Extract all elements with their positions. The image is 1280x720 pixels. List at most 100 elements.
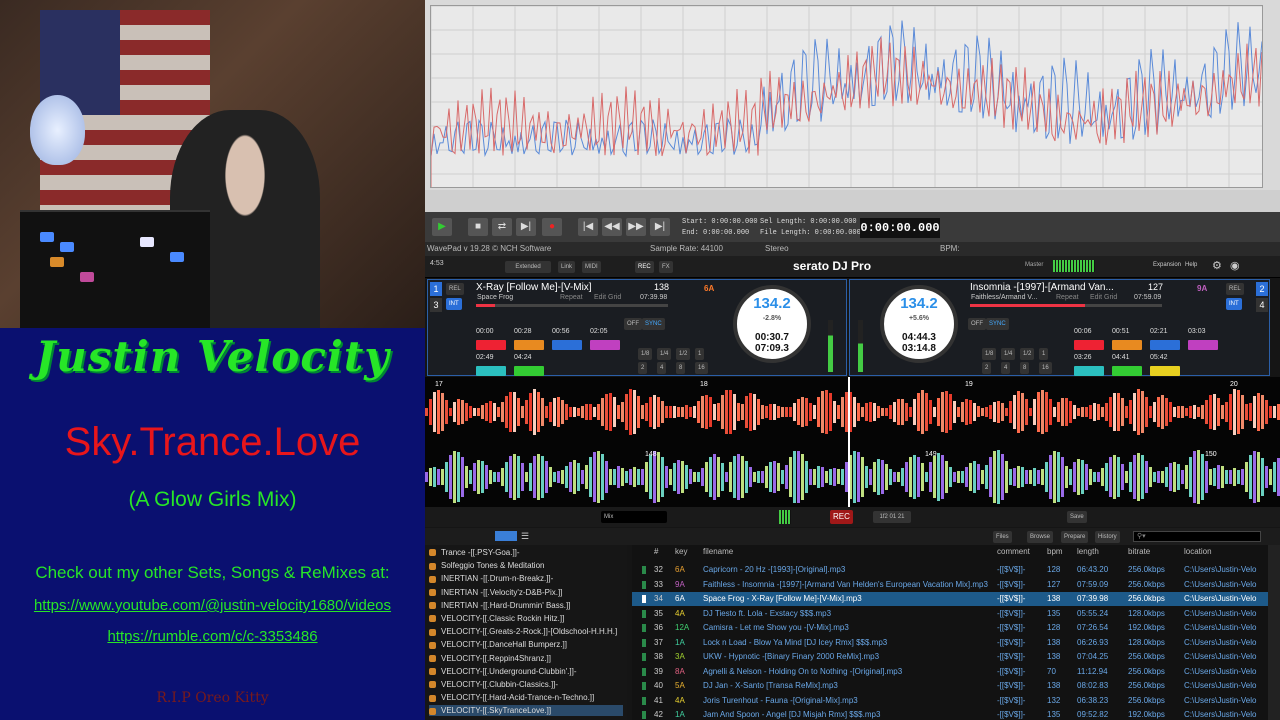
deck-2-number[interactable]: 2 xyxy=(1256,282,1268,296)
stop-button[interactable]: ■ xyxy=(468,218,488,236)
loop-button[interactable]: 4 xyxy=(657,362,667,374)
table-row[interactable]: 38 3A UKW - Hypnotic -[Binary Finary 2000 … xyxy=(632,650,1268,664)
loop-button[interactable]: 1/4 xyxy=(657,348,672,360)
deck-2-platter[interactable]: 134.2 +5.6% 04:44.3 03:14.8 xyxy=(880,285,958,363)
table-row[interactable]: 42 1A Jam And Spoon - Angel [DJ Misjah Rmx… xyxy=(632,708,1268,720)
album-art-toggle[interactable] xyxy=(495,531,517,541)
cue-pad[interactable]: 03:26 xyxy=(1074,346,1104,376)
column-header[interactable]: key xyxy=(675,547,699,556)
table-row[interactable]: 32 6A Capricorn - 20 Hz -[1993]-[Original]… xyxy=(632,563,1268,577)
midi-button[interactable]: MIDI xyxy=(582,261,601,273)
search-input[interactable]: ⚲▾ xyxy=(1133,531,1261,542)
link-button[interactable]: Link xyxy=(558,261,576,273)
play-button[interactable]: ▶ xyxy=(432,218,452,236)
loop-button[interactable]: 1/8 xyxy=(638,348,653,360)
library-tab[interactable]: Browse xyxy=(1027,531,1054,543)
expansion-menu[interactable]: Expansion xyxy=(1153,262,1181,268)
forward-button[interactable]: ▶▶ xyxy=(626,218,646,236)
table-row[interactable]: 37 1A Lock n Load - Blow Ya Mind [DJ Icey … xyxy=(632,636,1268,650)
table-row[interactable]: 34 6A Space Frog - X-Ray [Follow Me]-[V-Mi… xyxy=(632,592,1268,606)
crate-item[interactable]: INERTIAN -[[.Drum-n-Breakz.]]- xyxy=(429,573,623,584)
fx-panel-button[interactable]: FX xyxy=(659,261,673,273)
loop-button[interactable]: 1/2 xyxy=(676,348,691,360)
deck-1-sync[interactable]: SYNC xyxy=(642,318,665,330)
loop-button[interactable]: 1 xyxy=(695,348,705,360)
loop-button[interactable]: 1/8 xyxy=(982,348,997,360)
deck-2-repeat[interactable]: Repeat xyxy=(1056,294,1079,301)
column-header[interactable]: location xyxy=(1184,547,1268,556)
column-header[interactable]: bpm xyxy=(1047,547,1077,556)
library-tab[interactable]: Files xyxy=(993,531,1012,543)
deck-1-repeat[interactable]: Repeat xyxy=(560,294,583,301)
rec-button[interactable]: REC xyxy=(830,510,853,524)
library-tab[interactable]: Prepare xyxy=(1061,531,1089,543)
table-row[interactable]: 36 12A Camisra - Let me Show you -[V-Mix].… xyxy=(632,621,1268,635)
skip-end-button[interactable]: ▶| xyxy=(650,218,670,236)
skip-start-button[interactable]: |◀ xyxy=(578,218,598,236)
cue-pad[interactable]: 05:42 xyxy=(1150,346,1180,376)
loop-button[interactable]: 1/4 xyxy=(1001,348,1016,360)
library-tab[interactable]: History xyxy=(1095,531,1120,543)
gear-icon[interactable]: ⚙ xyxy=(1212,259,1222,272)
loop-button[interactable]: 4 xyxy=(1001,362,1011,374)
deck-2-mode[interactable]: REL xyxy=(1226,283,1244,295)
column-header[interactable]: # xyxy=(654,547,670,556)
crate-item[interactable]: INERTIAN -[[.Velocity'z-D&B-Pix.]] xyxy=(429,587,623,598)
crate-item[interactable]: VELOCITY-[[.Clubbin-Classics.]]- xyxy=(429,679,623,690)
deck-1-off[interactable]: OFF xyxy=(624,318,642,330)
play-selection-button[interactable]: ▶| xyxy=(516,218,536,236)
cue-pad[interactable]: 04:41 xyxy=(1112,346,1142,376)
cue-pad[interactable]: 04:24 xyxy=(514,346,544,376)
crate-item[interactable]: VELOCITY-[[.Underground-Clubbin'.]]- xyxy=(429,666,623,677)
deck-1-mode[interactable]: REL xyxy=(446,283,464,295)
deck-3-number[interactable]: 3 xyxy=(430,298,442,312)
loop-button[interactable]: 1/2 xyxy=(1020,348,1035,360)
column-header[interactable]: comment xyxy=(997,547,1047,556)
table-row[interactable]: 39 8A Agnelli & Nelson - Holding On to Not… xyxy=(632,665,1268,679)
table-row[interactable]: 33 9A Faithless - Insomnia -[1997]-[Armand… xyxy=(632,578,1268,592)
deck-1-int[interactable]: INT xyxy=(446,298,462,310)
column-header[interactable]: length xyxy=(1077,547,1117,556)
crate-item[interactable]: Trance -[[.PSY-Goa.]]- xyxy=(429,547,623,558)
cue-pad[interactable]: 03:03 xyxy=(1188,320,1218,350)
loop-button[interactable]: 16 xyxy=(695,362,708,374)
column-header[interactable]: bitrate xyxy=(1128,547,1178,556)
crate-item[interactable]: VELOCITY-[[.Reppin4Shranz.]] xyxy=(429,653,623,664)
table-row[interactable]: 35 4A DJ Tiesto ft. Lola - Exstacy $$$.mp3… xyxy=(632,607,1268,621)
crate-item[interactable]: VELOCITY-[[.Hard-Acid-Trance-n-Techno.]] xyxy=(429,692,623,703)
save-button[interactable]: Save xyxy=(1067,511,1087,523)
loop-button[interactable]: 2 xyxy=(982,362,992,374)
deck-2-int[interactable]: INT xyxy=(1226,298,1242,310)
loop-button[interactable]: 2 xyxy=(638,362,648,374)
youtube-link[interactable]: https://www.youtube.com/@justin-velocity… xyxy=(0,597,425,614)
record-button[interactable]: ● xyxy=(542,218,562,236)
loop-button[interactable]: 8 xyxy=(676,362,686,374)
crate-item[interactable]: Solfeggio Tones & Meditation xyxy=(429,560,623,571)
rewind-button[interactable]: ◀◀ xyxy=(602,218,622,236)
library-scrollbar[interactable] xyxy=(1268,545,1280,720)
table-row[interactable]: 41 4A Joris Turenhout - Fauna -[Original-M… xyxy=(632,694,1268,708)
column-header[interactable]: filename xyxy=(703,547,993,556)
wavepad-scrollbar[interactable] xyxy=(425,190,1280,212)
loop-button[interactable]: 1 xyxy=(1039,348,1049,360)
crate-item[interactable]: VELOCITY-[[.Classic Rockin Hitz.]] xyxy=(429,613,623,624)
help-menu[interactable]: Help xyxy=(1185,262,1197,268)
cue-pad[interactable]: 00:56 xyxy=(552,320,582,350)
deck-1-number[interactable]: 1 xyxy=(430,282,442,296)
deck-1-platter[interactable]: 134.2 -2.8% 00:30.7 07:09.3 xyxy=(733,285,811,363)
waveform-display[interactable]: 17 18 19 20 148 149 150 xyxy=(425,377,1280,507)
user-icon[interactable]: ◉ xyxy=(1230,259,1240,272)
deck-4-number[interactable]: 4 xyxy=(1256,298,1268,312)
deck-1-editgrid[interactable]: Edit Grid xyxy=(594,294,621,301)
loop-button[interactable]: 8 xyxy=(1020,362,1030,374)
crate-item[interactable]: VELOCITY-[[.SkyTranceLove.]] xyxy=(429,705,623,717)
deck-1-overview[interactable] xyxy=(476,304,668,307)
loop-button[interactable]: 16 xyxy=(1039,362,1052,374)
deck-2-overview[interactable] xyxy=(970,304,1162,307)
loop-button[interactable]: ⇄ xyxy=(492,218,512,236)
rec-panel-button[interactable]: REC xyxy=(635,261,654,273)
cue-pad[interactable]: 02:05 xyxy=(590,320,620,350)
deck-2-editgrid[interactable]: Edit Grid xyxy=(1090,294,1117,301)
deck-2-sync[interactable]: SYNC xyxy=(986,318,1009,330)
deck-2-off[interactable]: OFF xyxy=(968,318,986,330)
